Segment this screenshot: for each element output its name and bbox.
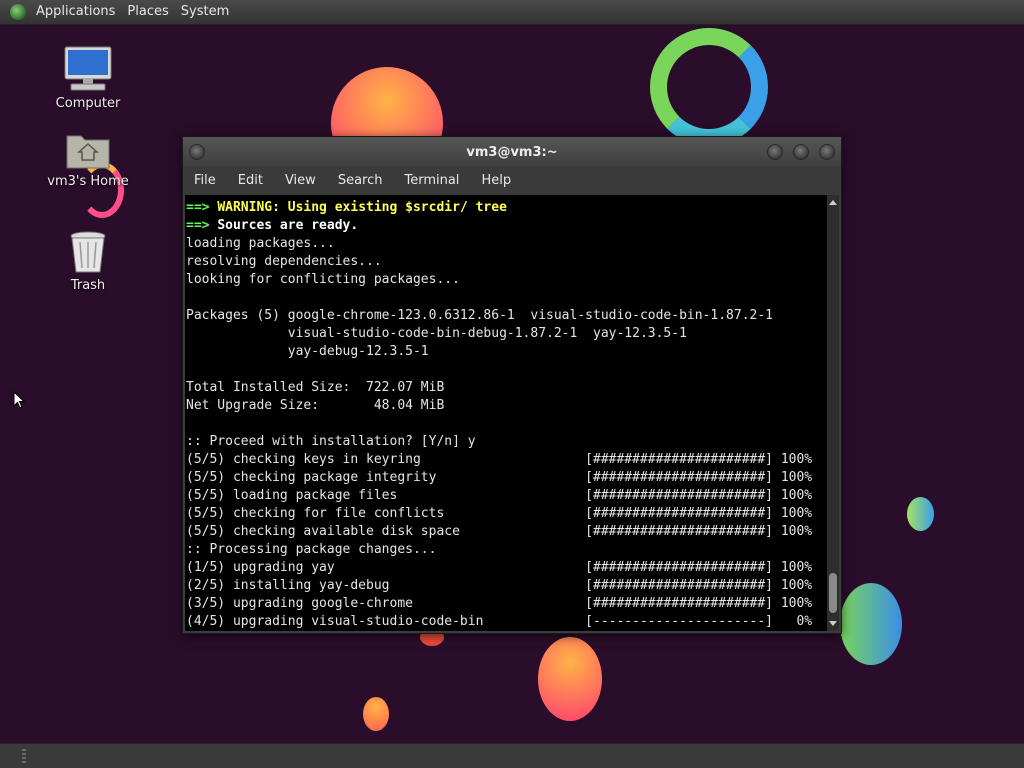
terminal-line: ==> Sources are ready.	[186, 217, 827, 235]
scroll-down-arrow-icon[interactable]	[829, 621, 837, 626]
trash-icon	[68, 230, 108, 274]
terminal-line: resolving dependencies...	[186, 253, 827, 271]
window-title: vm3@vm3:~	[466, 145, 558, 160]
menu-view[interactable]: View	[274, 167, 327, 195]
wallpaper-orange-blob-2	[538, 637, 602, 721]
applications-logo-icon[interactable]	[10, 4, 26, 20]
desktop-icon-label: Computer	[55, 96, 121, 111]
terminal-line-text: (5/5) loading package files [###########…	[186, 488, 813, 503]
terminal-line: (1/5) upgrading yay [###################…	[186, 559, 827, 577]
terminal-line-text: Total Installed Size: 722.07 MiB	[186, 380, 445, 395]
wallpaper-orange-blob-3	[363, 697, 389, 731]
terminal-output[interactable]: ==> WARNING: Using existing $srcdir/ tre…	[185, 195, 827, 631]
computer-icon	[63, 46, 113, 92]
terminal-line-text: (5/5) checking keys in keyring [########…	[186, 452, 813, 467]
terminal-line: (5/5) checking package integrity [######…	[186, 469, 827, 487]
terminal-line-text: :: Proceed with installation? [Y/n] y	[186, 434, 476, 449]
menu-file[interactable]: File	[183, 167, 227, 195]
terminal-line-text: (5/5) checking package integrity [######…	[186, 470, 813, 485]
terminal-line: looking for conflicting packages...	[186, 271, 827, 289]
panel-drag-handle-icon[interactable]	[22, 749, 26, 763]
menu-search[interactable]: Search	[327, 167, 394, 195]
window-menubar: File Edit View Search Terminal Help	[183, 167, 841, 195]
terminal-line: (5/5) checking for file conflicts [#####…	[186, 505, 827, 523]
menu-applications[interactable]: Applications	[30, 0, 121, 24]
terminal-line-text: resolving dependencies...	[186, 254, 382, 269]
terminal-line-text: looking for conflicting packages...	[186, 272, 460, 287]
terminal-line: ==> WARNING: Using existing $srcdir/ tre…	[186, 199, 827, 217]
menu-terminal[interactable]: Terminal	[393, 167, 470, 195]
terminal-scrollbar[interactable]	[827, 195, 839, 631]
home-folder-icon	[65, 130, 111, 170]
wallpaper-green-blob	[907, 497, 934, 531]
desktop-icon-label: Trash	[70, 278, 106, 293]
terminal-line: visual-studio-code-bin-debug-1.87.2-1 ya…	[186, 325, 827, 343]
terminal-arrow-prefix: ==>	[186, 218, 210, 233]
wallpaper-blue-blob	[840, 583, 902, 665]
terminal-line: Net Upgrade Size: 48.04 MiB	[186, 397, 827, 415]
terminal-line-text: Net Upgrade Size: 48.04 MiB	[186, 398, 445, 413]
terminal-line-text: (3/5) upgrading google-chrome [#########…	[186, 596, 813, 611]
terminal-line: (5/5) loading package files [###########…	[186, 487, 827, 505]
top-panel: Applications Places System	[0, 0, 1024, 25]
desktop-icon-label: vm3's Home	[47, 174, 129, 189]
terminal-line-text: :: Processing package changes...	[186, 542, 437, 557]
menu-edit[interactable]: Edit	[227, 167, 274, 195]
terminal-line: Packages (5) google-chrome-123.0.6312.86…	[186, 307, 827, 325]
desktop-icon-home[interactable]: vm3's Home	[38, 130, 138, 189]
terminal-line: (3/5) upgrading google-chrome [#########…	[186, 595, 827, 613]
terminal-line-text: visual-studio-code-bin-debug-1.87.2-1 ya…	[186, 326, 687, 341]
terminal-line-text: Packages (5) google-chrome-123.0.6312.86…	[186, 308, 773, 323]
terminal-line: loading packages...	[186, 235, 827, 253]
desktop-icon-trash[interactable]: Trash	[38, 230, 138, 293]
close-button[interactable]	[819, 144, 835, 160]
menu-system[interactable]: System	[175, 0, 235, 24]
terminal-arrow-prefix: ==>	[186, 200, 210, 215]
bottom-panel	[0, 743, 1024, 768]
terminal-line: :: Proceed with installation? [Y/n] y	[186, 433, 827, 451]
terminal-line-text: (4/5) upgrading visual-studio-code-bin […	[186, 614, 813, 629]
terminal-text: ==> WARNING: Using existing $srcdir/ tre…	[185, 195, 827, 631]
mouse-pointer-icon	[13, 391, 25, 409]
terminal-line-text: loading packages...	[186, 236, 335, 251]
terminal-line: yay-debug-12.3.5-1	[186, 343, 827, 361]
terminal-line-text: WARNING: Using existing $srcdir/ tree	[217, 200, 507, 215]
terminal-line-text: (5/5) checking for file conflicts [#####…	[186, 506, 813, 521]
menu-places[interactable]: Places	[121, 0, 174, 24]
terminal-line-text: (1/5) upgrading yay [###################…	[186, 560, 813, 575]
terminal-line-text: (5/5) checking available disk space [###…	[186, 524, 813, 539]
scrollbar-thumb[interactable]	[829, 573, 837, 613]
window-titlebar[interactable]: vm3@vm3:~	[183, 137, 841, 167]
scroll-up-arrow-icon[interactable]	[829, 200, 837, 205]
terminal-line-text: (2/5) installing yay-debug [############…	[186, 578, 813, 593]
terminal-line: :: Processing package changes...	[186, 541, 827, 559]
terminal-line: (2/5) installing yay-debug [############…	[186, 577, 827, 595]
terminal-line-text: Sources are ready.	[217, 218, 359, 233]
terminal-line: (5/5) checking available disk space [###…	[186, 523, 827, 541]
terminal-line: (4/5) upgrading visual-studio-code-bin […	[186, 613, 827, 631]
terminal-window[interactable]: vm3@vm3:~ File Edit View Search Terminal…	[182, 136, 842, 634]
minimize-button[interactable]	[767, 144, 783, 160]
terminal-line-text: yay-debug-12.3.5-1	[186, 344, 429, 359]
terminal-line: (5/5) checking keys in keyring [########…	[186, 451, 827, 469]
maximize-button[interactable]	[793, 144, 809, 160]
wallpaper-ring	[650, 28, 768, 146]
menu-help[interactable]: Help	[470, 167, 522, 195]
desktop-icon-computer[interactable]: Computer	[38, 46, 138, 111]
terminal-line: Total Installed Size: 722.07 MiB	[186, 379, 827, 397]
